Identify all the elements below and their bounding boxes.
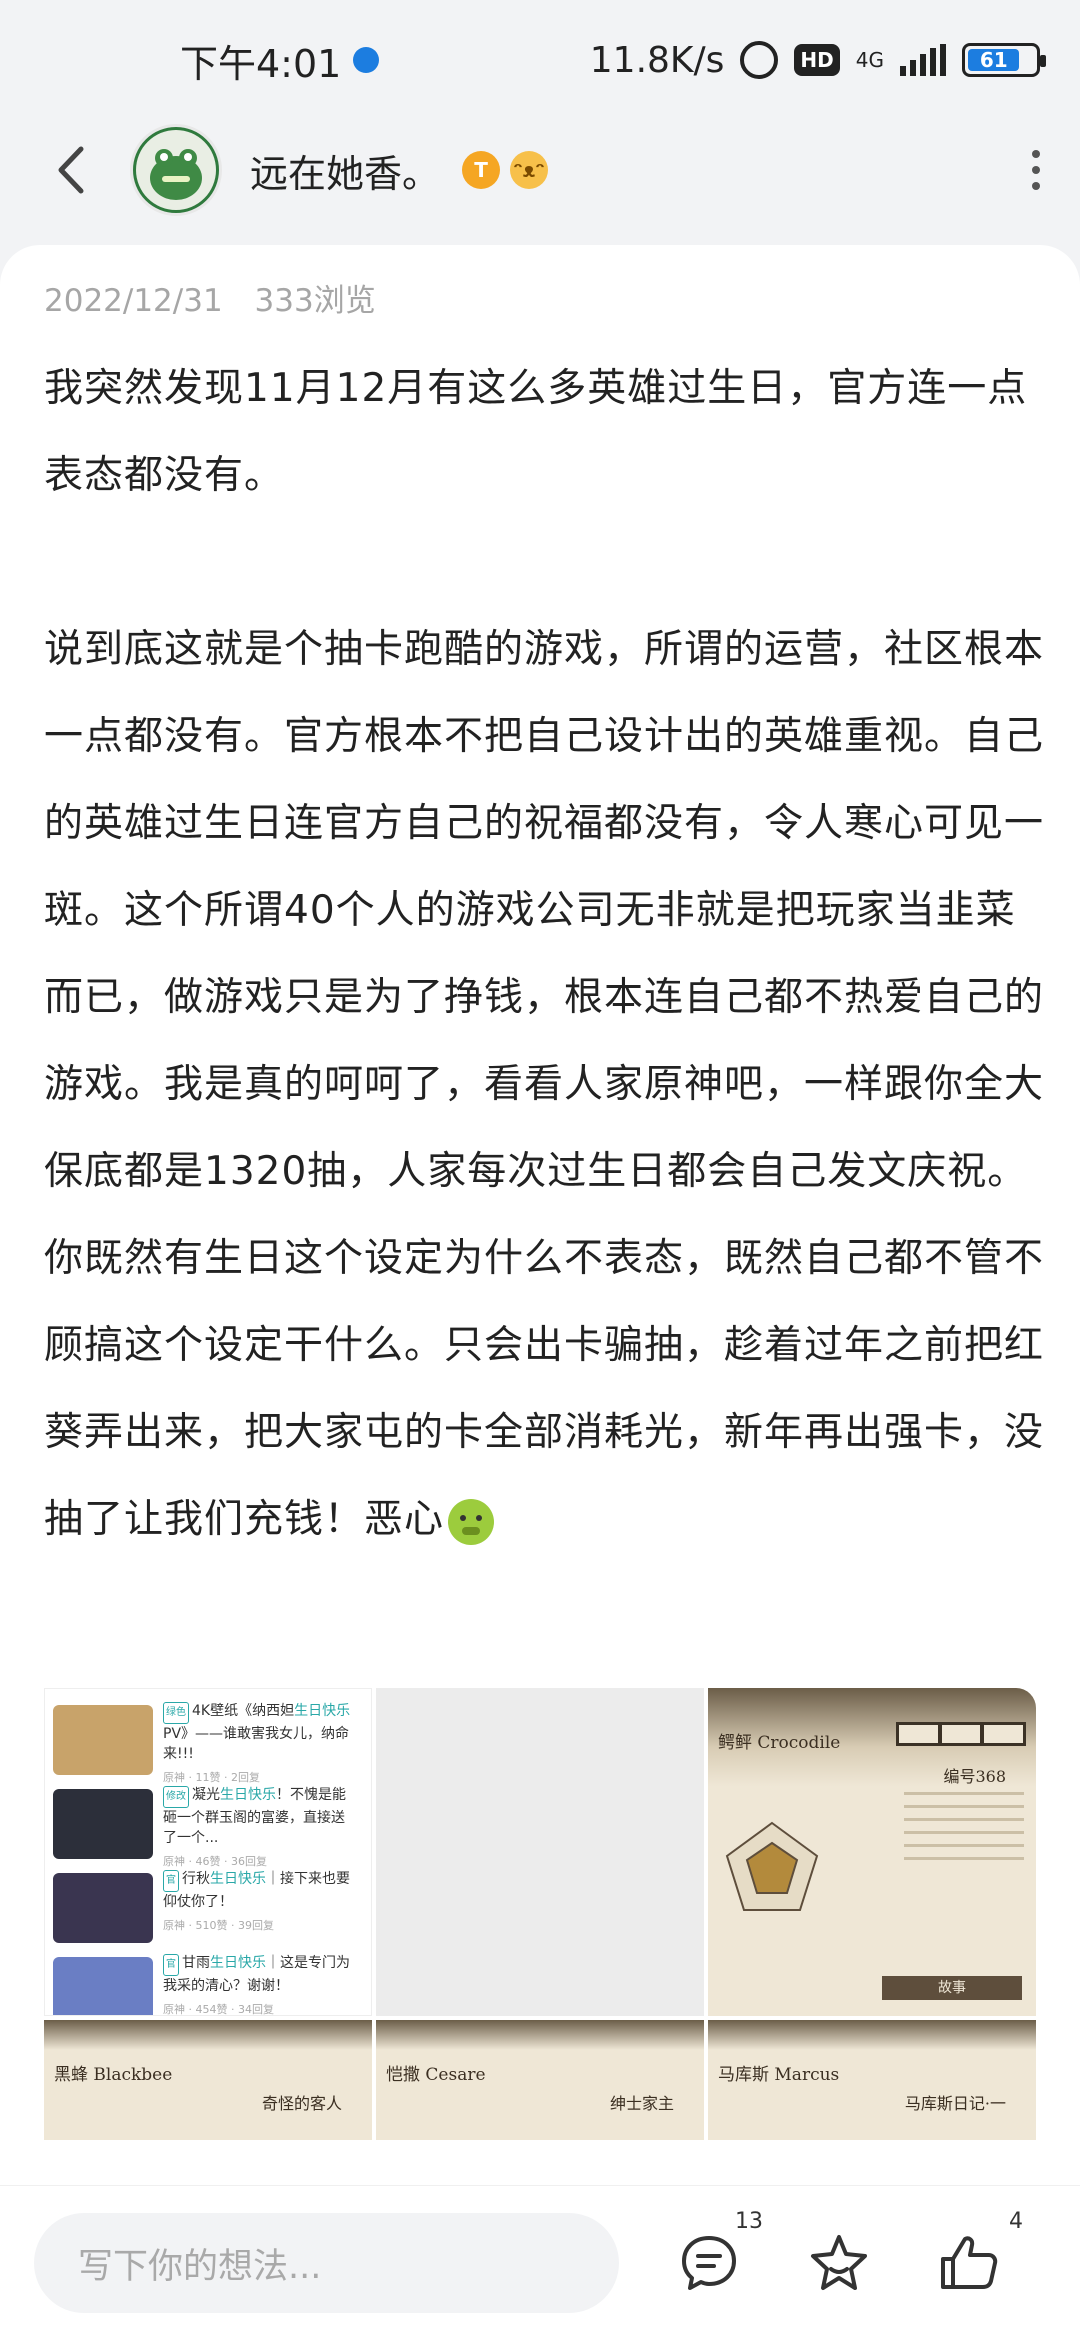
star-icon — [811, 2235, 867, 2290]
level-badge-icon: T — [462, 151, 501, 189]
favorite-button[interactable] — [799, 2223, 879, 2303]
battery-icon: 61 — [962, 43, 1046, 77]
list-item: 绿色 4K壁纸《纳西妲生日快乐PV》——谁敢害我女儿，纳命来!!! 原神 · 11赞… — [53, 1701, 363, 1793]
card-title: 绅士家主 — [609, 2094, 674, 2113]
card-title: 奇怪的客人 — [261, 2094, 342, 2113]
like-count: 4 — [1009, 2209, 1023, 2234]
character-name: 恺撒 Cesare — [386, 2065, 486, 2085]
list-item: 官行秋生日快乐｜接下来也要仰仗你了！ 原神 · 510赞 · 39回复 — [53, 1869, 363, 1961]
character-card-image[interactable]: 黑蜂 Blackbee 奇怪的客人 — [44, 2020, 372, 2140]
character-name: 马库斯 Marcus — [718, 2065, 840, 2085]
comment-button[interactable]: 13 — [669, 2209, 763, 2303]
signal-icon — [900, 44, 946, 76]
post-meta: 2022/12/31 333浏览 — [44, 275, 376, 320]
like-button[interactable]: 4 — [929, 2209, 1023, 2303]
post-paragraph: 我突然发现11月12月有这么多英雄过生日，官方连一点表态都没有。 — [44, 366, 1028, 498]
character-name: 黑蜂 Blackbee — [54, 2065, 173, 2085]
post-card: 2022/12/31 333浏览 我突然发现11月12月有这么多英雄过生日，官方… — [0, 245, 1080, 2185]
character-name: 鳄鲆 Crocodile — [718, 1733, 841, 1753]
card-title: 编号368 — [943, 1767, 1006, 1786]
post-header: 远在她香。 T ᵔᴥᵔ — [0, 120, 1080, 220]
story-button: 故事 — [882, 1976, 1022, 2000]
character-card-image[interactable]: 鳄鲆 Crocodile 编号368 故事 — [708, 1688, 1036, 2016]
image-search-list[interactable]: 绿色 4K壁纸《纳西妲生日快乐PV》——谁敢害我女儿，纳命来!!! 原神 · 11赞… — [44, 1688, 372, 2016]
list-item: 修改 凝光生日快乐！不愧是能砸一个群玉阁的富婆，直接送了一个... 原神 · 46赞… — [53, 1785, 363, 1877]
list-thumb — [53, 1957, 153, 2015]
more-options-icon[interactable] — [1032, 150, 1040, 190]
comment-count: 13 — [735, 2209, 763, 2234]
battery-level: 61 — [968, 48, 1020, 72]
medal-badge-icon: ᵔᴥᵔ — [510, 151, 549, 189]
list-thumb — [53, 1705, 153, 1775]
stat-pentagon-icon — [725, 1821, 819, 1911]
post-content: 我突然发现11月12月有这么多英雄过生日，官方连一点表态都没有。 说到底这就是个… — [44, 345, 1044, 1563]
list-thumb — [53, 1873, 153, 1943]
post-date: 2022/12/31 — [44, 283, 223, 319]
nauseated-face-icon — [448, 1498, 495, 1545]
image-placeholder[interactable] — [376, 1688, 704, 2016]
comment-input[interactable]: 写下你的想法... — [34, 2213, 619, 2313]
location-icon — [353, 47, 380, 73]
avatar[interactable] — [130, 124, 222, 216]
post-views: 333浏览 — [254, 283, 376, 319]
post-paragraph: 说到底这就是个抽卡跑酷的游戏，所谓的运营，社区根本一点都没有。官方根本不把自己设… — [44, 606, 1044, 1563]
bottom-action-bar: 写下你的想法... 13 4 — [0, 2185, 1080, 2340]
character-card-image[interactable]: 恺撒 Cesare 绅士家主 — [376, 2020, 704, 2140]
list-item: 官甘雨生日快乐｜这是专门为我采的清心？谢谢！ 原神 · 454赞 · 34回复 — [53, 1953, 363, 2015]
network-type: 4G — [855, 48, 884, 72]
list-thumb — [53, 1789, 153, 1859]
back-icon[interactable] — [40, 140, 100, 200]
thumbs-up-icon — [941, 2236, 998, 2289]
character-card-image[interactable]: 马库斯 Marcus 马库斯日记·一 — [708, 2020, 1036, 2140]
username[interactable]: 远在她香。 — [250, 143, 440, 198]
comment-icon — [682, 2236, 736, 2290]
card-title: 马库斯日记·一 — [904, 2094, 1006, 2113]
status-time: 下午4:01 — [180, 41, 342, 86]
alarm-icon — [740, 41, 779, 79]
status-right: 11.8K/s HD 4G 61 — [589, 39, 1046, 81]
net-speed: 11.8K/s — [589, 39, 725, 81]
status-bar: 下午4:01 11.8K/s HD 4G 61 — [0, 0, 1080, 120]
hd-icon: HD — [794, 44, 840, 76]
